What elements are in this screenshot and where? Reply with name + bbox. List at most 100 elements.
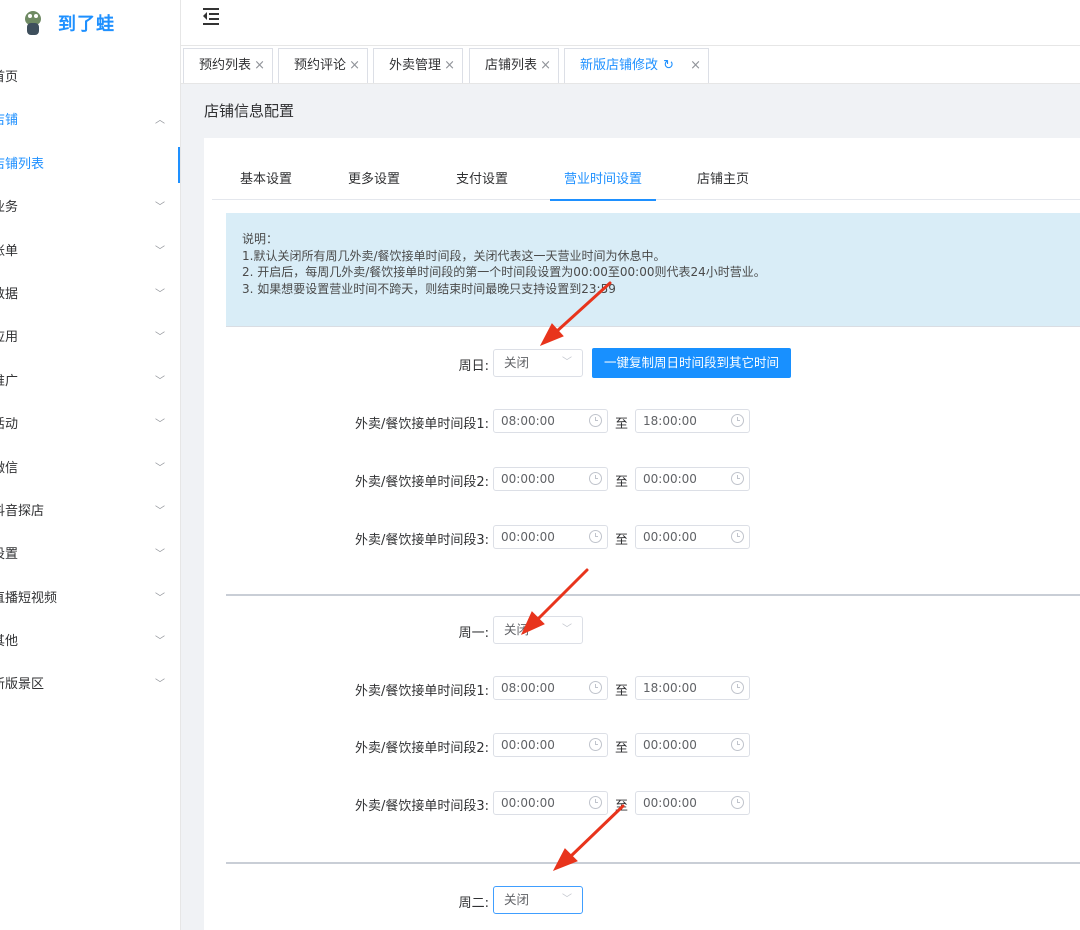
sidebar-item-douyin[interactable]: 抖音探店 ﹀ <box>0 490 180 533</box>
tabs-bar: 预约列表 × 预约评论 × 外卖管理 × 店铺列表 × 新版店铺修改 ↻ × <box>181 46 1080 84</box>
close-icon[interactable]: × <box>444 49 455 83</box>
sidebar-item-label: 店铺 <box>0 113 19 129</box>
sidebar-item-store-list[interactable]: 店铺列表 <box>0 143 180 186</box>
app-name: 到了蛙 <box>58 14 115 35</box>
range-separator: 至 <box>615 475 629 490</box>
range-separator: 至 <box>615 417 629 432</box>
day-label: 周一: <box>458 626 489 641</box>
sidebar-item-bills[interactable]: 账单 ﹀ <box>0 230 180 273</box>
chevron-down-icon: ﹀ <box>155 288 165 300</box>
end-time-input[interactable]: 18:00:00 <box>635 676 750 700</box>
day-section-tuesday: 周二: 关闭 ﹀ <box>226 862 1080 930</box>
tab-booking-reviews[interactable]: 预约评论 × <box>278 48 368 83</box>
day-section-monday: 周一: 关闭 ﹀ 外卖/餐饮接单时间段1: 08:00:00 至 18:00:00… <box>226 594 1080 862</box>
time-value: 08:00:00 <box>501 681 555 695</box>
day-status-select[interactable]: 关闭 ﹀ <box>493 616 583 644</box>
chevron-down-icon: ﹀ <box>155 202 165 214</box>
chevron-down-icon: ﹀ <box>155 592 165 604</box>
day-status-select[interactable]: 关闭 ﹀ <box>493 886 583 914</box>
sidebar-item-scenic[interactable]: 新版景区 ﹀ <box>0 663 180 706</box>
chevron-down-icon: ﹀ <box>562 357 572 368</box>
clock-icon <box>589 472 602 485</box>
end-time-input[interactable]: 00:00:00 <box>635 467 750 491</box>
page-title: 店铺信息配置 <box>204 102 295 120</box>
start-time-input[interactable]: 00:00:00 <box>493 525 608 549</box>
close-icon[interactable]: × <box>254 49 265 83</box>
time-value: 18:00:00 <box>643 414 697 428</box>
sidebar-item-activities[interactable]: 活动 ﹀ <box>0 403 180 446</box>
sidebar-item-live-video[interactable]: 直播短视频 ﹀ <box>0 577 180 620</box>
clock-icon <box>731 530 744 543</box>
chevron-down-icon: ﹀ <box>155 419 165 431</box>
sidebar-item-home[interactable]: 首页 <box>0 56 180 99</box>
start-time-input[interactable]: 00:00:00 <box>493 467 608 491</box>
start-time-input[interactable]: 08:00:00 <box>493 676 608 700</box>
time-value: 00:00:00 <box>643 530 697 544</box>
tab-store-homepage[interactable]: 店铺主页 <box>697 160 749 200</box>
tab-business-hours[interactable]: 营业时间设置 <box>549 160 657 201</box>
time-value: 08:00:00 <box>501 414 555 428</box>
clock-icon <box>589 681 602 694</box>
sidebar-item-business[interactable]: 业务 ﹀ <box>0 186 180 229</box>
clock-icon <box>731 414 744 427</box>
end-time-input[interactable]: 00:00:00 <box>635 525 750 549</box>
logo[interactable]: 到了蛙 <box>0 0 180 46</box>
tab-new-store-edit[interactable]: 新版店铺修改 ↻ × <box>564 48 709 83</box>
chevron-down-icon: ﹀ <box>155 636 165 648</box>
sidebar-item-other[interactable]: 其他 ﹀ <box>0 620 180 663</box>
refresh-icon[interactable]: ↻ <box>663 49 674 83</box>
slot-label: 外卖/餐饮接单时间段2: <box>354 741 489 756</box>
copy-sunday-button[interactable]: 一键复制周日时间段到其它时间 <box>592 348 792 378</box>
tab-label: 预约评论 <box>294 58 347 73</box>
main-content: 店铺信息配置 基本设置 更多设置 支付设置 营业时间设置 店铺主页 说明： 1.… <box>181 84 1080 930</box>
start-time-input[interactable]: 00:00:00 <box>493 791 608 815</box>
clock-icon <box>731 681 744 694</box>
start-time-input[interactable]: 08:00:00 <box>493 409 608 433</box>
tab-payment-settings[interactable]: 支付设置 <box>456 160 508 200</box>
chevron-down-icon: ﹀ <box>562 624 572 635</box>
end-time-input[interactable]: 00:00:00 <box>635 733 750 757</box>
tab-label: 预约列表 <box>199 58 252 73</box>
sidebar-item-label: 微信 <box>0 460 19 476</box>
sidebar-item-label: 业务 <box>0 200 19 216</box>
tab-basic-settings[interactable]: 基本设置 <box>240 160 292 200</box>
chevron-down-icon: ﹀ <box>155 679 165 691</box>
close-icon[interactable]: × <box>690 49 701 83</box>
clock-icon <box>589 530 602 543</box>
close-icon[interactable]: × <box>349 49 360 83</box>
tab-more-settings[interactable]: 更多设置 <box>348 160 400 200</box>
sidebar-item-label: 设置 <box>0 547 19 563</box>
tab-store-list[interactable]: 店铺列表 × <box>469 48 559 83</box>
sidebar-item-promotion[interactable]: 推广 ﹀ <box>0 360 180 403</box>
clock-icon <box>589 796 602 809</box>
time-value: 00:00:00 <box>501 530 555 544</box>
chevron-down-icon: ﹀ <box>155 332 165 344</box>
sidebar-item-settings[interactable]: 设置 ﹀ <box>0 533 180 576</box>
sidebar-item-label: 活动 <box>0 417 19 433</box>
chevron-down-icon: ﹀ <box>155 549 165 561</box>
sidebar-item-label: 数据 <box>0 286 19 302</box>
sidebar-item-label: 直播短视频 <box>0 590 58 606</box>
time-value: 00:00:00 <box>501 472 555 486</box>
time-value: 00:00:00 <box>501 738 555 752</box>
end-time-input[interactable]: 18:00:00 <box>635 409 750 433</box>
notice-line: 2. 开启后，每周几外卖/餐饮接单时间段的第一个时间段设置为00:00至00:0… <box>242 265 766 279</box>
slot-label: 外卖/餐饮接单时间段2: <box>354 475 489 490</box>
notice-title: 说明： <box>242 232 279 246</box>
end-time-input[interactable]: 00:00:00 <box>635 791 750 815</box>
settings-tabs: 基本设置 更多设置 支付设置 营业时间设置 店铺主页 <box>212 160 1080 201</box>
start-time-input[interactable]: 00:00:00 <box>493 733 608 757</box>
tab-takeout-management[interactable]: 外卖管理 × <box>373 48 463 83</box>
sidebar-item-wechat[interactable]: 微信 ﹀ <box>0 447 180 490</box>
tab-booking-list[interactable]: 预约列表 × <box>183 48 273 83</box>
sidebar-item-store[interactable]: 店铺 ︿ <box>0 99 180 142</box>
close-icon[interactable]: × <box>540 49 551 83</box>
top-header <box>181 0 1080 46</box>
clock-icon <box>731 738 744 751</box>
collapse-menu-icon[interactable] <box>203 8 221 25</box>
day-status-select[interactable]: 关闭 ﹀ <box>493 349 583 377</box>
sidebar-item-data[interactable]: 数据 ﹀ <box>0 273 180 316</box>
sidebar-item-apps[interactable]: 应用 ﹀ <box>0 316 180 359</box>
select-value: 关闭 <box>504 622 530 637</box>
time-value: 00:00:00 <box>643 472 697 486</box>
